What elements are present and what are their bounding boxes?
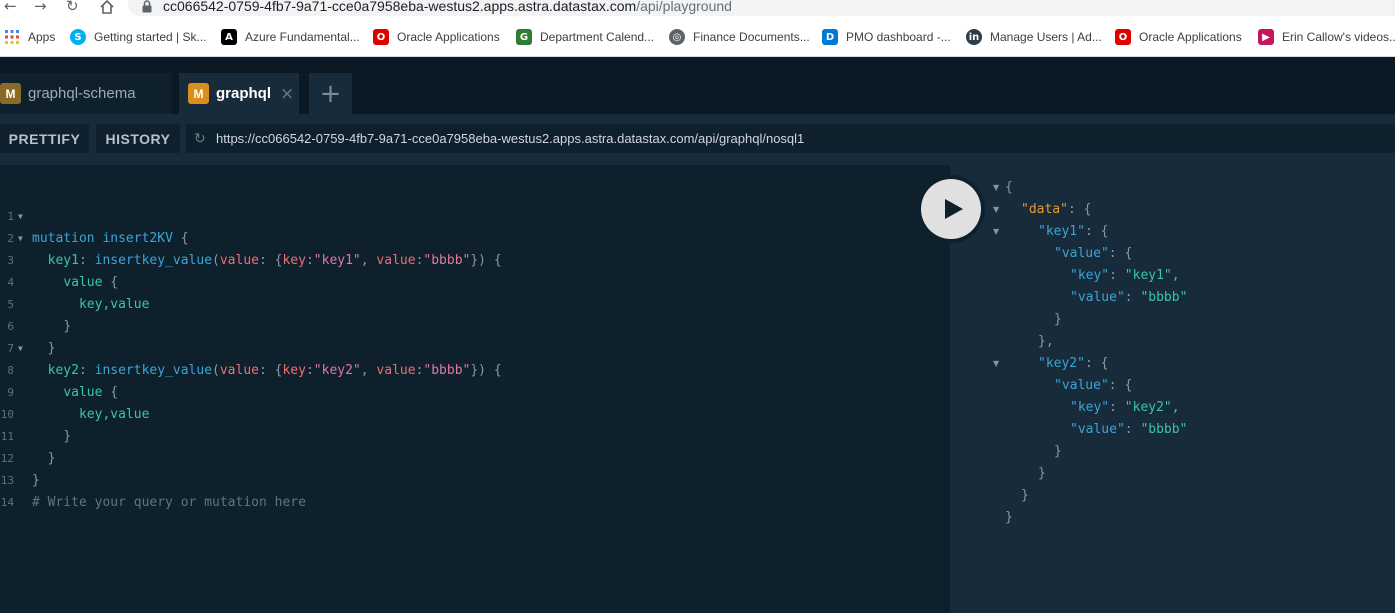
bookmark-manage-users[interactable]: in Manage Users | Ad...: [966, 28, 1102, 46]
bookmark-apps[interactable]: Apps: [4, 28, 55, 46]
code-line: 2 ▼ key1: insertkey_value(value: {key:"ke…: [0, 206, 501, 268]
mutation-badge-icon: M: [188, 83, 209, 104]
code-line: 5 }: [7, 298, 72, 334]
bookmark-department-calendar[interactable]: G Department Calend...: [516, 28, 654, 46]
play-icon: [944, 199, 963, 219]
code-line: 11 }: [0, 430, 56, 466]
home-icon[interactable]: [99, 0, 115, 14]
tab-graphql[interactable]: M graphql ×: [179, 73, 299, 114]
oracle-icon: O: [1115, 29, 1131, 45]
video-play-icon: ▶: [1258, 29, 1274, 45]
code-line: 13 # Write your query or mutation here: [0, 474, 306, 510]
bookmark-oracle-applications[interactable]: O Oracle Applications: [373, 28, 500, 46]
endpoint-url-text: https://cc066542-0759-4fb7-9a71-cce0a795…: [216, 131, 805, 146]
tab-label: graphql-schema: [28, 85, 136, 102]
bookmark-finance-documents[interactable]: ◎ Finance Documents...: [669, 28, 810, 46]
skype-icon: S: [70, 29, 86, 45]
code-line: 3 value {: [7, 254, 119, 290]
history-button[interactable]: HISTORY: [96, 124, 180, 153]
fold-arrow-icon[interactable]: ▼: [993, 359, 999, 368]
bookmarks-bar: Apps S Getting started | Sk... A Azure F…: [0, 19, 1395, 57]
code-line: 6 }: [7, 320, 56, 356]
reload-icon[interactable]: ↻: [66, 0, 79, 14]
forward-arrow-icon[interactable]: →: [34, 0, 47, 14]
add-tab-button[interactable]: +: [309, 73, 352, 114]
code-line: 14: [0, 496, 14, 509]
bookmark-erin-callow-videos[interactable]: ▶ Erin Callow's videos...: [1258, 28, 1395, 46]
code-line: 12 }: [0, 452, 40, 488]
prettify-button[interactable]: PRETTIFY: [0, 124, 89, 153]
code-line: 7 ▼ key2: insertkey_value(value: {key:"ke…: [0, 316, 501, 378]
bookmark-oracle-applications-2[interactable]: O Oracle Applications: [1115, 28, 1242, 46]
apps-grid-icon: [5, 30, 19, 44]
globe-icon: ◎: [669, 29, 685, 45]
code-line: 4 key,value: [7, 276, 150, 312]
back-arrow-icon[interactable]: ←: [4, 0, 17, 14]
playground-tabs-bar: M graphql-schema M graphql × +: [0, 57, 1395, 114]
bookmark-getting-started[interactable]: S Getting started | Sk...: [70, 28, 207, 46]
close-icon[interactable]: ×: [280, 84, 294, 104]
department-icon: G: [516, 29, 532, 45]
browser-address-bar: ← → ↻ cc066542-0759-4fb7-9a71-cce0a7958e…: [0, 0, 1395, 19]
tab-label: graphql: [216, 85, 271, 102]
devops-icon: D: [822, 29, 838, 45]
lock-icon: [142, 0, 152, 13]
result-pane: [950, 165, 1395, 613]
query-editor[interactable]: 1 ▼ mutation insert2KV { 2 ▼ key1: insertk…: [0, 165, 950, 613]
linkedin-icon: in: [966, 29, 982, 45]
oracle-icon: O: [373, 29, 389, 45]
code-line: 8 value {: [7, 364, 119, 400]
fold-arrow-icon[interactable]: ▼: [993, 227, 999, 236]
execute-query-button[interactable]: [917, 175, 985, 243]
mutation-badge-icon: M: [0, 83, 21, 104]
bookmark-azure-fundamentals[interactable]: A Azure Fundamental...: [221, 28, 360, 46]
fold-arrow-icon[interactable]: ▼: [993, 205, 999, 214]
tab-graphql-schema[interactable]: M graphql-schema: [0, 73, 172, 114]
play-button-circle[interactable]: [921, 179, 981, 239]
bookmark-pmo-dashboard[interactable]: D PMO dashboard -...: [822, 28, 951, 46]
playground-toolbar: PRETTIFY HISTORY ↻ https://cc066542-0759…: [0, 114, 1395, 165]
code-line: 9 key,value: [7, 386, 150, 422]
reload-schema-icon[interactable]: ↻: [194, 131, 212, 147]
code-line: 10 }: [0, 408, 72, 444]
code-line: 1 ▼ mutation insert2KV {: [0, 184, 188, 246]
fold-arrow-icon[interactable]: ▼: [993, 183, 999, 192]
azure-a-icon: A: [221, 29, 237, 45]
url-text[interactable]: cc066542-0759-4fb7-9a71-cce0a7958eba-wes…: [163, 0, 732, 14]
endpoint-url-field[interactable]: ↻ https://cc066542-0759-4fb7-9a71-cce0a7…: [186, 124, 1395, 153]
